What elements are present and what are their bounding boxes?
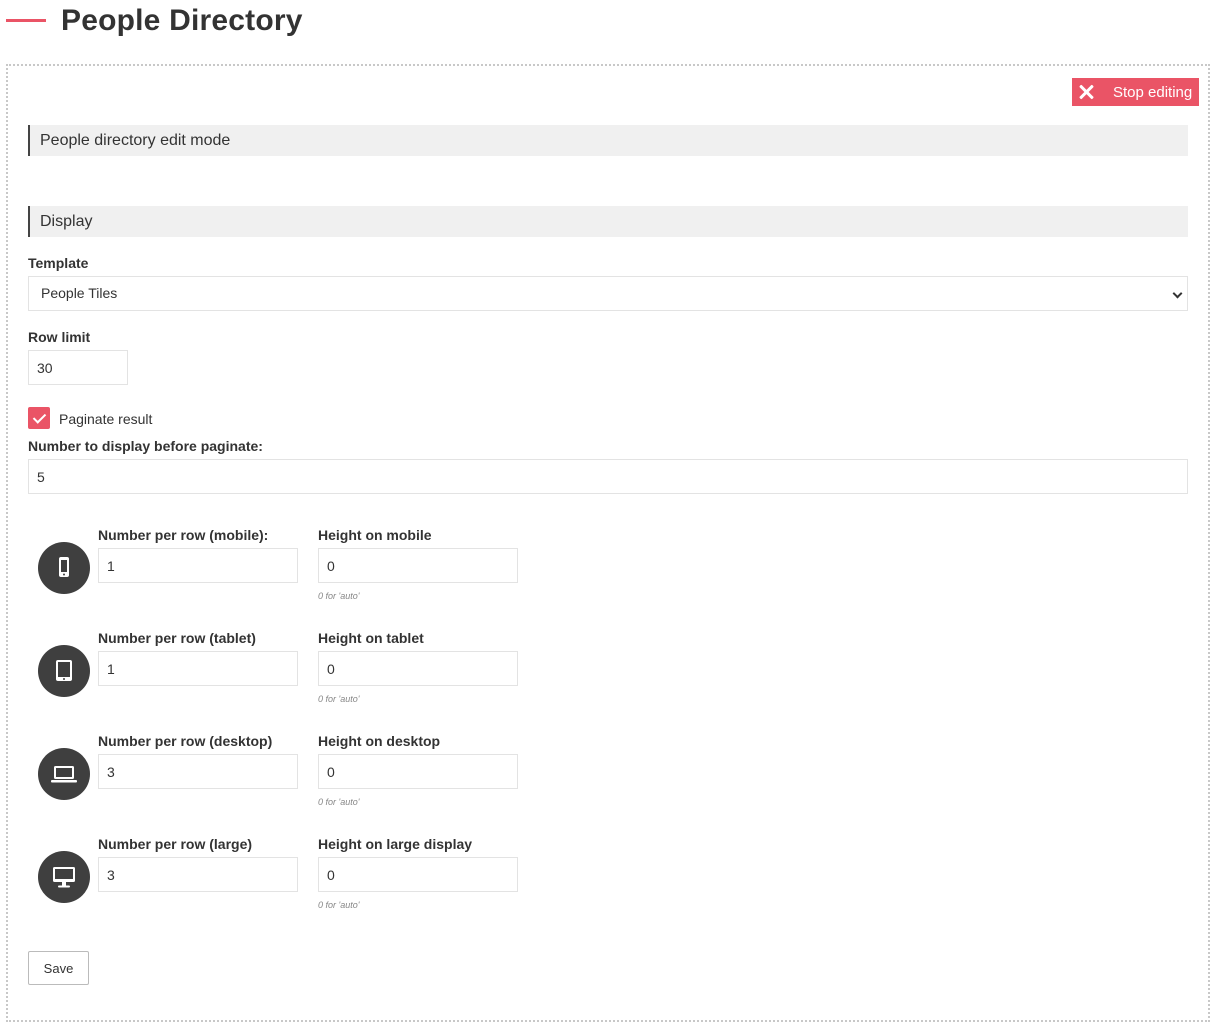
chevron-down-icon (1172, 288, 1183, 299)
desktop-height-label: Height on desktop (318, 733, 441, 749)
large-height-label: Height on large display (318, 836, 473, 852)
template-label: Template (28, 255, 89, 271)
template-select[interactable]: People Tiles (28, 276, 1188, 311)
large-height-input[interactable] (318, 857, 518, 892)
tablet-icon (56, 660, 72, 681)
desktop-device-badge (38, 748, 90, 800)
paginate-checkbox[interactable] (28, 407, 50, 429)
large-device-badge (38, 851, 90, 903)
stop-editing-button[interactable]: Stop editing (1072, 78, 1199, 106)
tablet-per-row-label: Number per row (tablet) (98, 630, 256, 646)
desktop-monitor-icon (53, 867, 75, 888)
save-button[interactable]: Save (28, 951, 89, 985)
tablet-height-hint: 0 for 'auto' (318, 694, 360, 704)
template-selected-value: People Tiles (41, 285, 118, 301)
desktop-height-input[interactable] (318, 754, 518, 789)
tablet-per-row-input[interactable] (98, 651, 298, 686)
row-limit-input[interactable] (28, 350, 128, 385)
large-per-row-input[interactable] (98, 857, 298, 892)
close-icon (1078, 84, 1094, 100)
desktop-per-row-label: Number per row (desktop) (98, 733, 273, 749)
desktop-height-hint: 0 for 'auto' (318, 797, 360, 807)
header-accent-line (6, 19, 46, 22)
row-limit-label: Row limit (28, 329, 91, 345)
large-height-hint: 0 for 'auto' (318, 900, 360, 910)
display-section-header: Display (28, 206, 1188, 237)
tablet-device-badge (38, 645, 90, 697)
mobile-per-row-input[interactable] (98, 548, 298, 583)
edit-mode-section-header: People directory edit mode (28, 125, 1188, 156)
laptop-icon (51, 766, 77, 783)
mobile-device-badge (38, 542, 90, 594)
mobile-height-label: Height on mobile (318, 527, 432, 543)
mobile-height-hint: 0 for 'auto' (318, 591, 360, 601)
stop-editing-label: Stop editing (1113, 83, 1193, 101)
edit-panel: Stop editing People directory edit mode … (6, 64, 1210, 1022)
desktop-per-row-input[interactable] (98, 754, 298, 789)
paginate-label: Paginate result (59, 411, 153, 427)
tablet-height-label: Height on tablet (318, 630, 424, 646)
large-per-row-label: Number per row (large) (98, 836, 253, 852)
paginate-count-input[interactable] (28, 459, 1188, 494)
tablet-height-input[interactable] (318, 651, 518, 686)
page-header: People Directory (0, 0, 1223, 48)
page-title: People Directory (61, 4, 303, 37)
paginate-count-label: Number to display before paginate: (28, 438, 263, 454)
mobile-height-input[interactable] (318, 548, 518, 583)
mobile-per-row-label: Number per row (mobile): (98, 527, 269, 543)
mobile-phone-icon (59, 557, 69, 577)
